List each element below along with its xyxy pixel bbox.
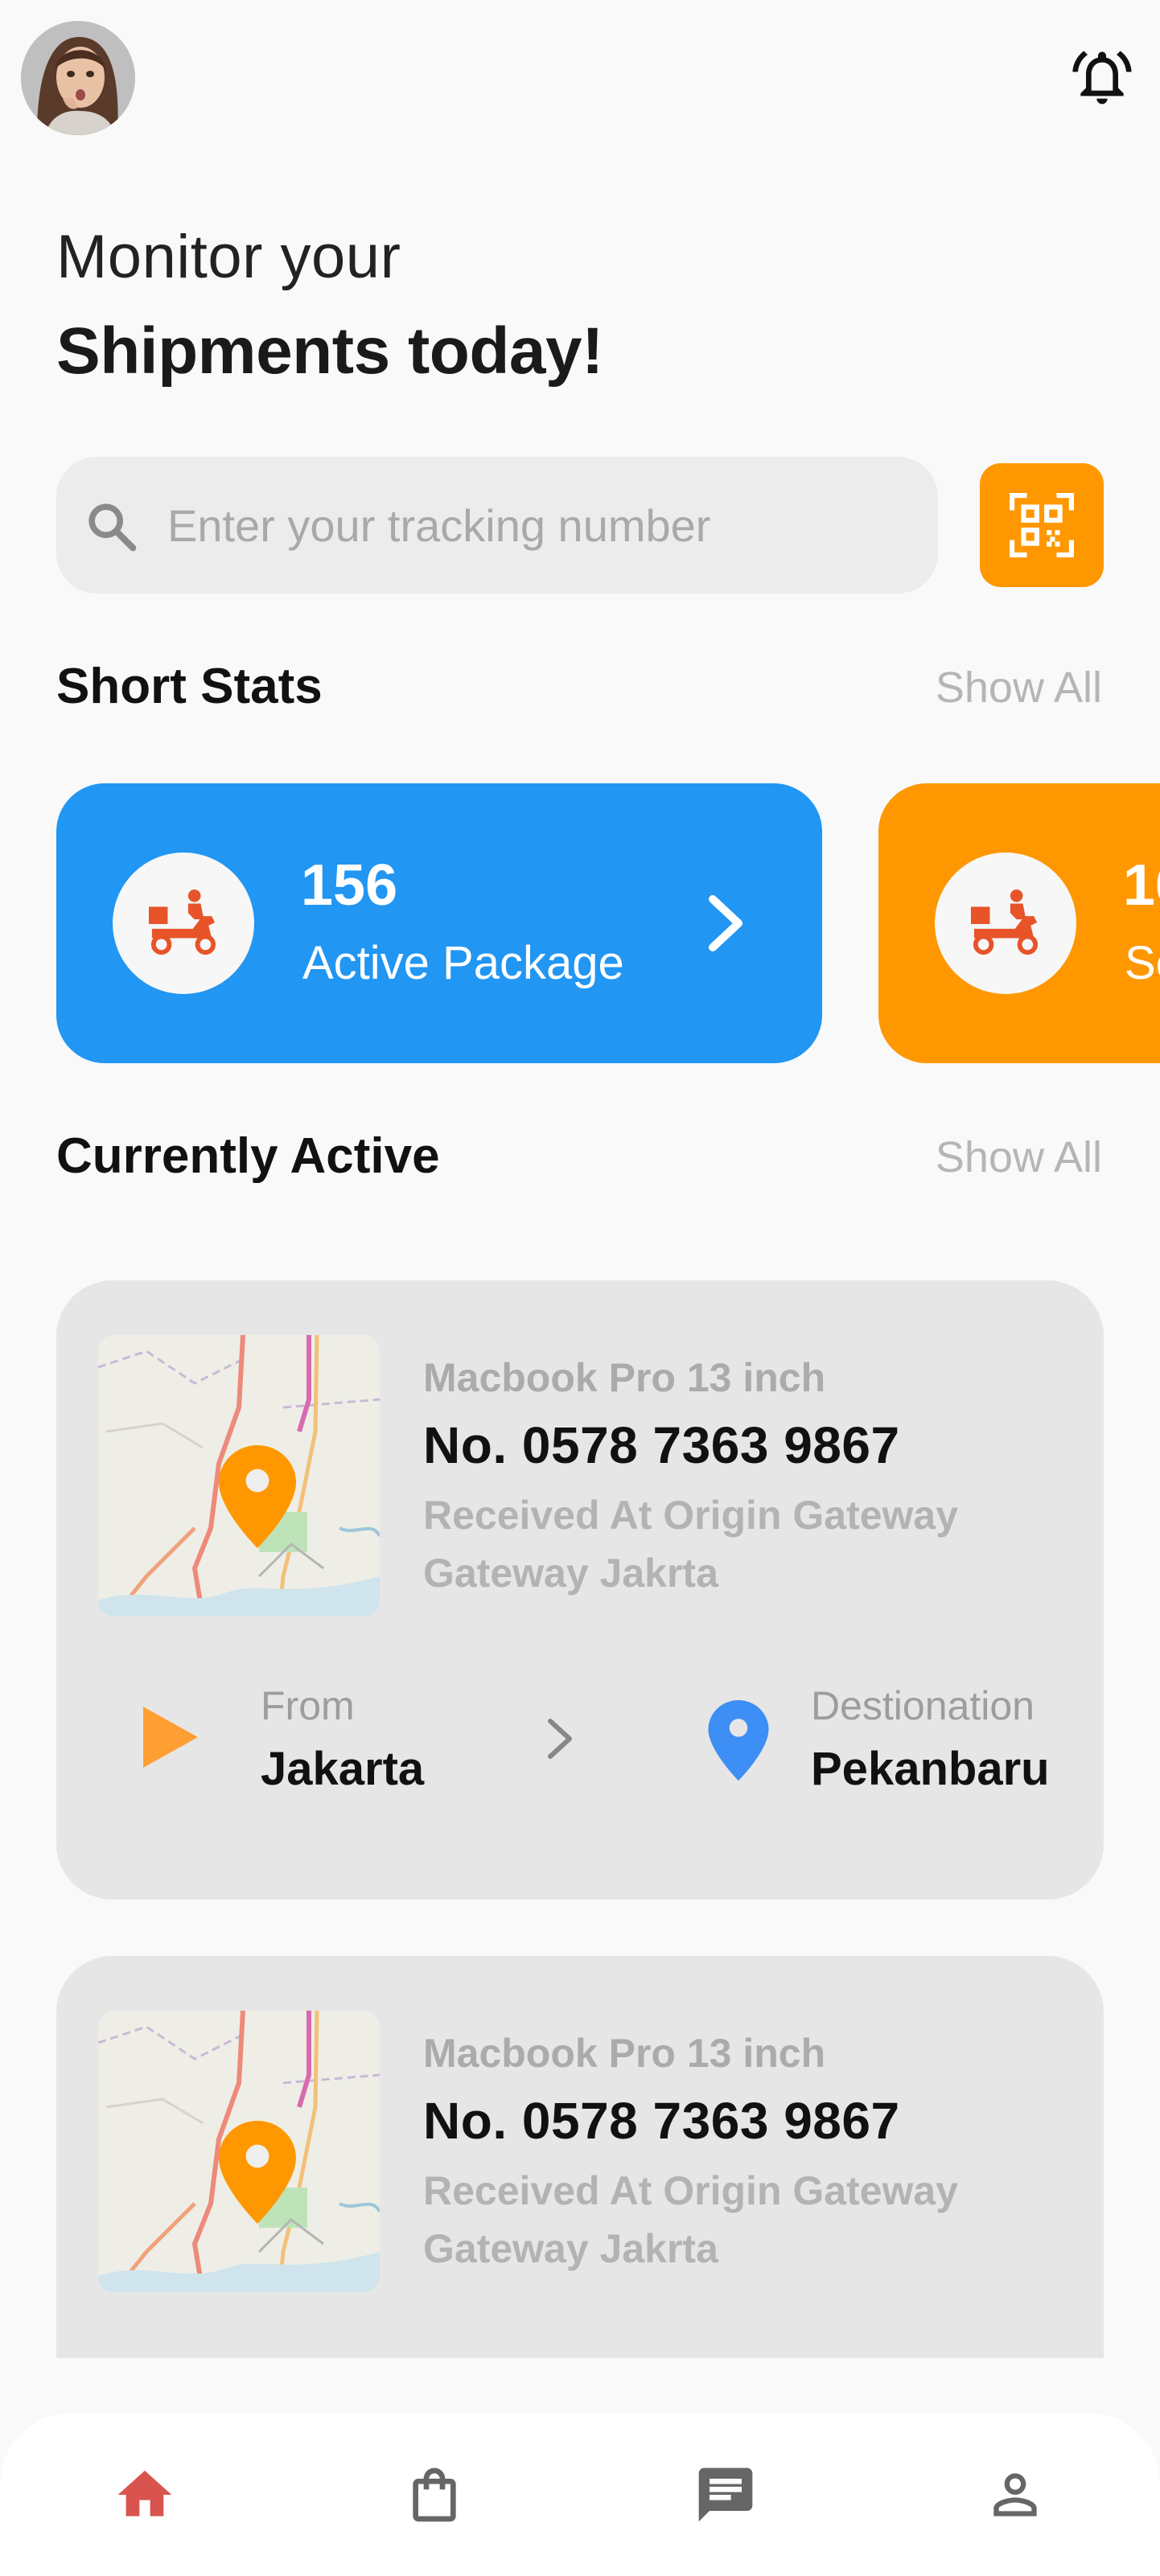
currently-active-title: Currently Active <box>56 1128 440 1184</box>
location-pin-icon <box>219 2121 296 2224</box>
avatar-image <box>21 21 135 135</box>
tracking-number-input[interactable] <box>167 483 907 568</box>
delivery-scooter-icon <box>149 889 216 955</box>
stat-card-active-package[interactable]: 156 Active Package <box>56 783 822 1063</box>
shipment-map-thumbnail <box>98 1335 380 1617</box>
destination-pin-icon <box>708 1700 769 1781</box>
stat-icon-circle <box>935 853 1076 994</box>
avatar[interactable] <box>21 21 135 135</box>
greeting-line-2: Shipments today! <box>56 314 603 388</box>
home-screen: Monitor your Shipments today! Short Stat <box>0 0 1160 2576</box>
stat-label: Active Package <box>302 937 624 989</box>
scan-qr-button[interactable] <box>980 463 1104 587</box>
nav-orders[interactable] <box>402 2463 467 2527</box>
destination-label: Destionation <box>811 1683 1035 1728</box>
bell-icon <box>1072 51 1132 105</box>
chevron-right-icon <box>709 895 742 951</box>
shipment-card[interactable]: Macbook Pro 13 inch No. 0578 7363 9867 R… <box>56 1956 1104 2358</box>
origin-play-icon <box>143 1707 198 1768</box>
qr-scan-icon <box>1010 493 1074 557</box>
profile-icon <box>993 2473 1037 2516</box>
chat-icon <box>698 2467 753 2522</box>
shopping-bag-icon <box>413 2467 456 2522</box>
stat-count: 16 <box>1123 853 1160 918</box>
stat-card-secondary[interactable]: 16 Se <box>878 783 1160 1063</box>
shipment-item-name: Macbook Pro 13 inch <box>423 2031 826 2076</box>
bottom-navigation <box>0 2413 1160 2576</box>
from-label: From <box>261 1683 355 1728</box>
shipment-tracking-number: No. 0578 7363 9867 <box>423 2092 900 2150</box>
shipment-tracking-number: No. 0578 7363 9867 <box>423 1416 900 1474</box>
stat-count: 156 <box>301 853 398 918</box>
currently-active-show-all-link[interactable]: Show All <box>936 1132 1102 1182</box>
short-stats-show-all-link[interactable]: Show All <box>936 663 1102 713</box>
search-icon <box>88 503 137 552</box>
location-pin-icon <box>219 1445 296 1548</box>
shipment-status: Received At Origin Gateway Gateway Jakrt… <box>423 1493 959 1596</box>
nav-home[interactable] <box>113 2463 177 2527</box>
shipment-map-thumbnail <box>98 2011 380 2292</box>
stat-label: Se <box>1125 937 1160 989</box>
delivery-scooter-icon <box>971 889 1039 955</box>
nav-profile[interactable] <box>983 2463 1047 2527</box>
shipment-card[interactable]: Macbook Pro 13 inch No. 0578 7363 9867 R… <box>56 1280 1104 1900</box>
stat-icon-circle <box>113 853 254 994</box>
notification-bell-button[interactable] <box>1070 45 1134 109</box>
shipment-status: Received At Origin Gateway Gateway Jakrt… <box>423 2168 959 2271</box>
destination-city: Pekanbaru <box>811 1743 1050 1795</box>
home-icon <box>117 2471 172 2516</box>
shipment-item-name: Macbook Pro 13 inch <box>423 1355 826 1400</box>
greeting-line-1: Monitor your <box>56 223 401 291</box>
route-chevron-icon <box>548 1719 572 1759</box>
from-city: Jakarta <box>261 1743 425 1795</box>
short-stats-title: Short Stats <box>56 659 323 714</box>
nav-messages[interactable] <box>693 2463 758 2527</box>
